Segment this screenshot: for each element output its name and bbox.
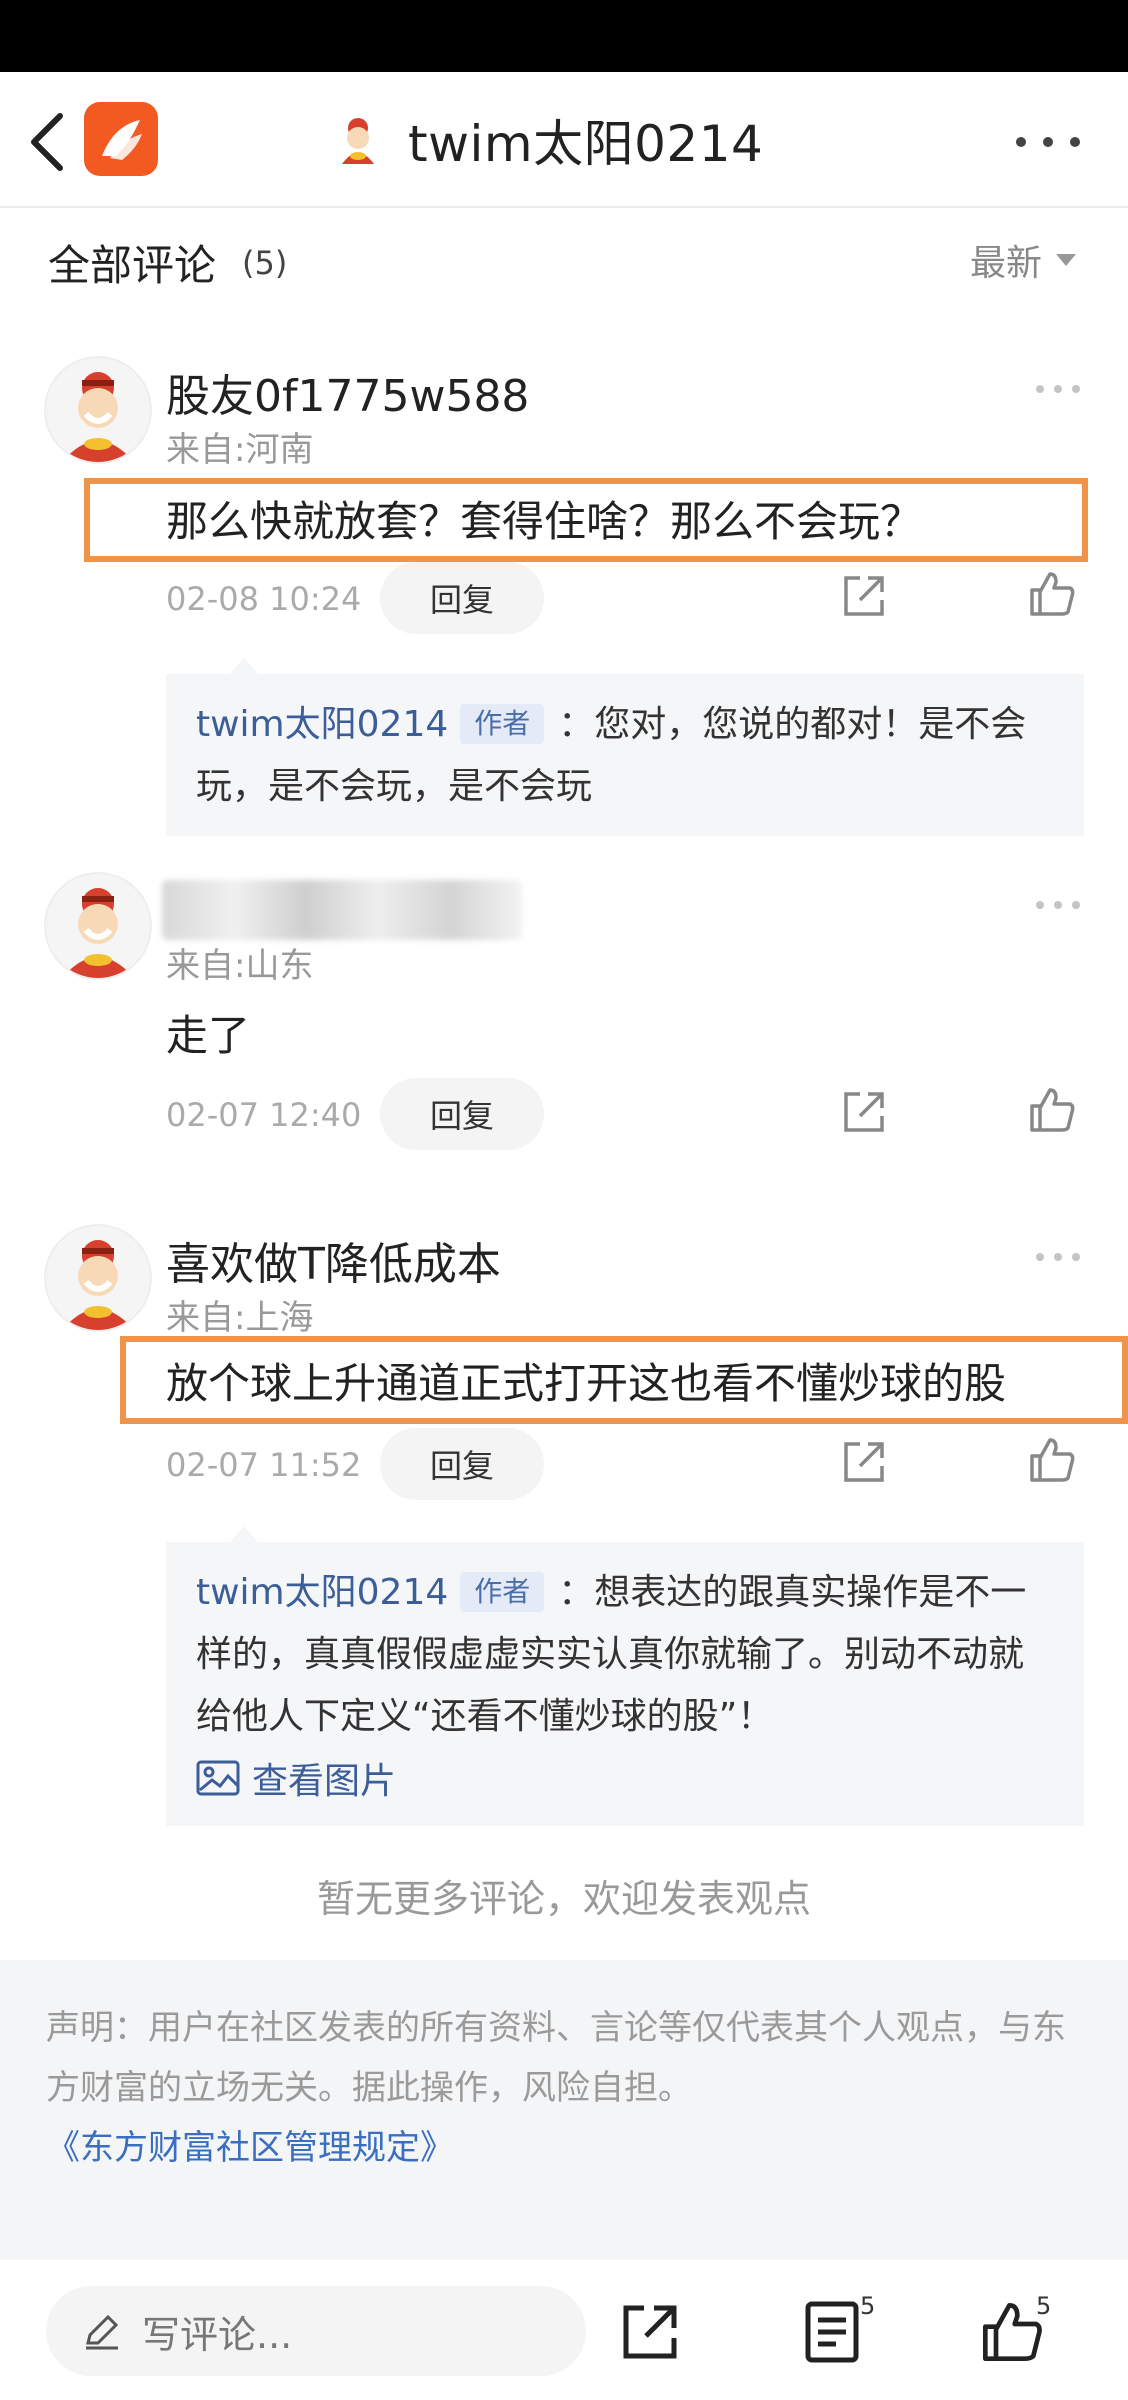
reply-author[interactable]: twim太阳0214 (196, 704, 448, 745)
comment-username[interactable]: 喜欢做T降低成本 (166, 1228, 501, 1292)
share-icon[interactable] (620, 2302, 680, 2362)
reply-pointer (230, 658, 258, 674)
comment-time: 02-08 10:24 (166, 580, 362, 618)
nav-title: twim太阳0214 (408, 115, 764, 173)
comments-count: (5) (242, 244, 288, 282)
reply-pointer (230, 1526, 258, 1542)
comment-list-icon[interactable] (804, 2300, 864, 2364)
reply-content: twim太阳0214 作者 ：您对，您说的都对！是不会玩，是不会玩，是不会玩 (196, 694, 1054, 818)
comment-text: 放个球上升通道正式打开这也看不懂炒球的股 (166, 1359, 1007, 1408)
comment-username[interactable]: 股友0f1775w588 (166, 360, 529, 424)
comment-more-icon[interactable] (1036, 898, 1080, 912)
comment-more-icon[interactable] (1036, 382, 1080, 396)
comment-count-badge: 5 (860, 2292, 876, 2320)
write-comment-placeholder: 写评论... (142, 2312, 293, 2357)
disclaimer-section: 声明：用户在社区发表的所有资料、言论等仅代表其个人观点，与东方财富的立场无关。据… (0, 1960, 1128, 2260)
author-badge: 作者 (460, 704, 545, 744)
comment-more-icon[interactable] (1036, 1250, 1080, 1264)
comment-location: 来自:上海 (166, 1298, 314, 1338)
avatar[interactable] (44, 1224, 152, 1332)
comment-username-blurred[interactable] (162, 880, 522, 940)
reply-content: twim太阳0214 作者 ：想表达的跟真实操作是不一样的，真真假假虚虚实实认真你就… (196, 1562, 1054, 1748)
comment-location: 来自:河南 (166, 430, 314, 470)
write-comment-input[interactable]: 写评论... (46, 2286, 586, 2376)
app-logo-icon[interactable] (84, 102, 158, 176)
view-image-link[interactable]: 查看图片 (196, 1752, 396, 1804)
like-icon[interactable] (1028, 1086, 1076, 1134)
sort-dropdown[interactable]: 最新 (970, 234, 1077, 286)
comment-location: 来自:山东 (166, 946, 314, 986)
chevron-down-icon (1056, 254, 1077, 266)
pencil-icon (86, 2314, 119, 2350)
reply-button[interactable]: 回复 (380, 1428, 544, 1500)
avatar[interactable] (44, 356, 152, 464)
like-icon[interactable] (1028, 570, 1076, 618)
status-bar (0, 0, 1128, 72)
view-image-label: 查看图片 (252, 1761, 397, 1802)
comments-title: 全部评论 (48, 241, 217, 290)
reply-author[interactable]: twim太阳0214 (196, 1572, 448, 1613)
disclaimer-text: 声明：用户在社区发表的所有资料、言论等仅代表其个人观点，与东方财富的立场无关。据… (46, 2008, 1066, 2108)
bottom-bar: 写评论... 5 5 (0, 2262, 1128, 2400)
top-nav: twim太阳0214 (0, 72, 1128, 208)
no-more-comments: 暂无更多评论，欢迎发表观点 (316, 1877, 811, 1921)
like-icon[interactable] (1028, 1436, 1076, 1484)
back-icon[interactable] (24, 110, 80, 174)
comment-text: 走了 (166, 1011, 251, 1060)
comment-text: 那么快就放套？套得住啥？那么不会玩？ (166, 497, 923, 546)
nav-avatar (330, 112, 386, 168)
reply-box[interactable]: twim太阳0214 作者 ：您对，您说的都对！是不会玩，是不会玩，是不会玩 (166, 674, 1084, 836)
reply-button[interactable]: 回复 (380, 562, 544, 634)
like-icon[interactable] (980, 2300, 1044, 2364)
comment-time: 02-07 11:52 (166, 1446, 362, 1484)
share-icon[interactable] (840, 1088, 888, 1136)
comment-time: 02-07 12:40 (166, 1096, 362, 1134)
like-count-badge: 5 (1036, 2292, 1052, 2320)
sort-label: 最新 (970, 243, 1043, 284)
share-icon[interactable] (840, 1438, 888, 1486)
author-badge: 作者 (460, 1572, 545, 1612)
image-icon (196, 1760, 240, 1796)
avatar[interactable] (44, 872, 152, 980)
reply-button[interactable]: 回复 (380, 1078, 544, 1150)
reply-box[interactable]: twim太阳0214 作者 ：想表达的跟真实操作是不一样的，真真假假虚虚实实认真你就… (166, 1542, 1084, 1826)
share-icon[interactable] (840, 572, 888, 620)
nav-title-group: twim太阳0214 (330, 108, 763, 173)
more-options-icon[interactable] (1016, 130, 1080, 154)
community-rules-link[interactable]: 《东方财富社区管理规定》 (46, 2120, 454, 2169)
